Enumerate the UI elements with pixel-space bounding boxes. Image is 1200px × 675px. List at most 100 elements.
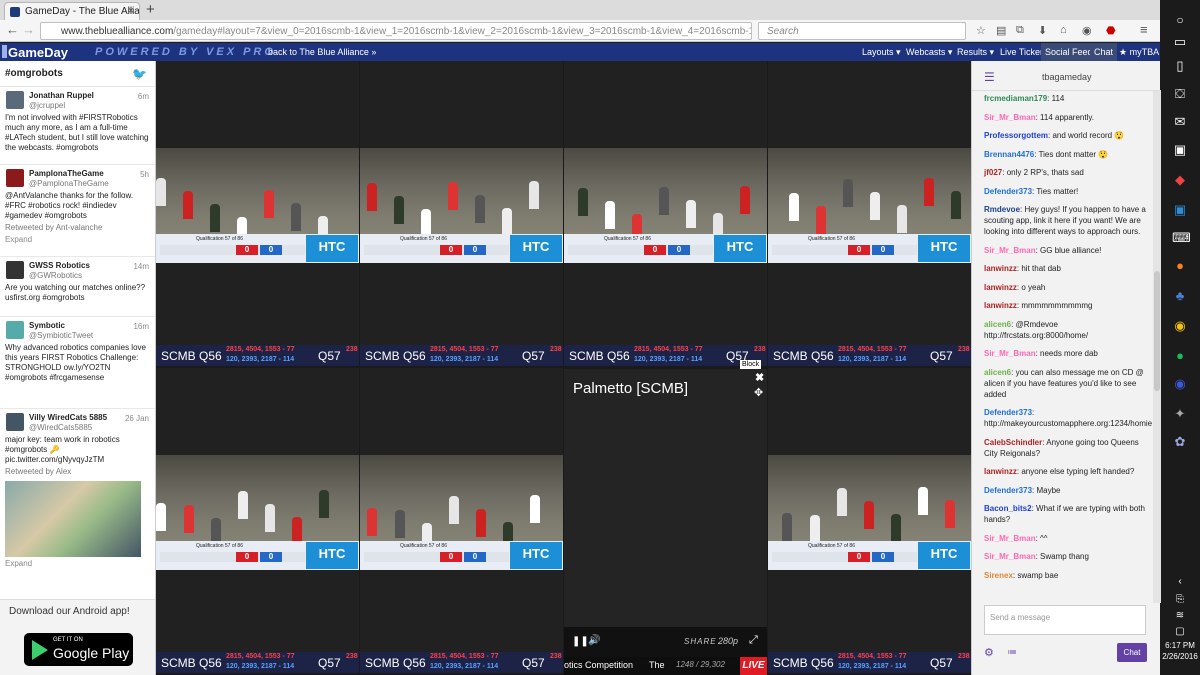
menu-layouts[interactable]: Layouts ▾ xyxy=(862,47,901,58)
close-tab-icon[interactable]: × xyxy=(128,5,134,17)
avatar[interactable] xyxy=(6,169,24,187)
chat-username[interactable]: Bacon_bits2 xyxy=(984,504,1032,513)
tweet[interactable]: Villy WiredCats 5885 @WiredCats5885 26 J… xyxy=(0,409,155,579)
pause-icon[interactable]: ❚❚ xyxy=(572,636,589,647)
chat-username[interactable]: Professorgottem xyxy=(984,131,1048,140)
quality-selector[interactable]: 280p xyxy=(718,636,738,646)
app-leaf-icon[interactable]: ✦ xyxy=(1172,406,1188,422)
chat-username[interactable]: alicen6 xyxy=(984,368,1011,377)
tray-notify-icon[interactable]: ▢ xyxy=(1172,624,1188,640)
forward-icon[interactable]: → xyxy=(22,23,35,37)
chat-username[interactable]: Defender373 xyxy=(984,187,1032,196)
tweet[interactable]: PamplonaTheGame @PamplonaTheGame 5h @Ant… xyxy=(0,165,155,257)
star-icon[interactable]: ☆ xyxy=(976,24,986,37)
back-icon[interactable]: ← xyxy=(6,23,19,37)
download-icon[interactable]: ⬇ xyxy=(1038,24,1047,37)
tweet-expand-link[interactable]: Expand xyxy=(5,559,150,569)
chat-send-button[interactable]: Chat xyxy=(1117,643,1147,662)
firefox-icon[interactable]: ● xyxy=(1172,258,1188,274)
tweet-time[interactable]: 6m xyxy=(138,92,149,102)
tweet-handle[interactable]: @WiredCats5885 xyxy=(29,423,150,433)
url-bar[interactable]: www.thebluealliance.com/gameday#layout=7… xyxy=(40,22,752,40)
webcast-tile[interactable]: Qualification 57 of 86 0 0 HTC SCMB Q56 2815,… xyxy=(768,368,971,673)
scroll-thumb[interactable] xyxy=(1154,271,1160,391)
mail-icon[interactable]: ✉ xyxy=(1172,114,1188,130)
webcast-tile[interactable]: Qualification 57 of 86 0 0 HTC SCMB Q56 2815,… xyxy=(360,368,563,673)
menu-mytba[interactable]: ★ myTBA xyxy=(1119,47,1159,58)
tweet-handle[interactable]: @jcruppel xyxy=(29,101,150,111)
tweet-author[interactable]: PamplonaTheGame xyxy=(29,169,150,179)
red-app-icon[interactable]: ◆ xyxy=(1172,172,1188,188)
tray-wifi-icon[interactable]: ≋ xyxy=(1172,608,1188,624)
feed-hashtag[interactable]: #omgrobots xyxy=(5,68,63,79)
webcast-tile[interactable]: Qualification 57 of 86 0 0 HTC SCMB Q56 2815,… xyxy=(156,61,359,366)
share-button[interactable]: SHARE xyxy=(684,637,717,646)
chat-username[interactable]: lanwinzz xyxy=(984,264,1017,273)
clock[interactable]: 6:17 PM 2/26/2016 xyxy=(1160,640,1200,662)
menu-webcasts[interactable]: Webcasts ▾ xyxy=(906,47,952,58)
chat-username[interactable]: Sir_Mr_Bman xyxy=(984,534,1036,543)
menu-chat[interactable]: Chat xyxy=(1090,43,1118,61)
chat-scrollbar[interactable] xyxy=(1153,91,1161,603)
viewer-list-icon[interactable]: ≔ xyxy=(1007,647,1017,658)
tweet-photo[interactable] xyxy=(5,481,141,557)
chat-username[interactable]: Sir_Mr_Bman xyxy=(984,246,1036,255)
avatar[interactable] xyxy=(6,321,24,339)
library-icon[interactable]: ⧉ xyxy=(1016,24,1024,37)
chat-username[interactable]: Brennan4476 xyxy=(984,150,1034,159)
task-view-icon[interactable]: ▭ xyxy=(1172,34,1188,50)
chat-username[interactable]: lanwinzz xyxy=(984,283,1017,292)
tweet-time[interactable]: 16m xyxy=(133,322,149,332)
webcast-tile[interactable]: Qualification 57 of 86 0 0 HTC SCMB Q56 2815,… xyxy=(360,61,563,366)
chat-username[interactable]: Defender373 xyxy=(984,486,1032,495)
store-bag-icon[interactable]: ⛋ xyxy=(1172,86,1188,102)
chat-menu-icon[interactable]: ☰ xyxy=(984,70,995,84)
tweet-author[interactable]: Symbotic xyxy=(29,321,150,331)
chat-username[interactable]: frcmediaman179 xyxy=(984,94,1047,103)
spotify-icon[interactable]: ● xyxy=(1172,348,1188,364)
chat-username[interactable]: lanwinzz xyxy=(984,467,1017,476)
blue-app-icon[interactable]: ▣ xyxy=(1172,202,1188,218)
google-play-badge[interactable]: GET IT ON Google Play xyxy=(24,633,133,666)
chat-username[interactable]: lanwinzz xyxy=(984,301,1017,310)
menu-social-feed[interactable]: Social Feed xyxy=(1041,43,1097,61)
chat-username[interactable]: Sir_Mr_Bman xyxy=(984,113,1036,122)
tweet-author[interactable]: Jonathan Ruppel xyxy=(29,91,150,101)
network-app-icon[interactable]: ♣ xyxy=(1172,288,1188,304)
app-icon[interactable]: ▣ xyxy=(1172,142,1188,158)
home-icon[interactable]: ⌂ xyxy=(1060,24,1067,36)
chat-username[interactable]: Rmdevoe xyxy=(984,205,1020,214)
tweet[interactable]: Jonathan Ruppel @jcruppel 6m I'm not inv… xyxy=(0,87,155,165)
search-input[interactable]: Search xyxy=(758,22,966,40)
close-icon[interactable]: ✖ xyxy=(755,371,764,384)
tray-chevron-icon[interactable]: ‹ xyxy=(1172,574,1188,590)
webcast-popup[interactable]: Block ✖ ✥ Palmetto [SCMB] ❚❚ 🔊 SHARE 280… xyxy=(564,360,767,675)
tray-network-icon[interactable]: ⎘ xyxy=(1172,592,1188,608)
tweet-time[interactable]: 14m xyxy=(133,262,149,272)
chrome-icon[interactable]: ◉ xyxy=(1172,318,1188,334)
move-icon[interactable]: ✥ xyxy=(754,386,763,399)
tweet-handle[interactable]: @SymbioticTweet xyxy=(29,331,150,341)
tweet-author[interactable]: GWSS Robotics xyxy=(29,261,150,271)
avatar[interactable] xyxy=(6,261,24,279)
tweet-expand-link[interactable]: Expand xyxy=(5,235,150,245)
adblock-icon[interactable]: ⬣ xyxy=(1106,24,1116,37)
keyboard-icon[interactable]: ⌨ xyxy=(1172,230,1191,246)
new-tab-button[interactable]: + xyxy=(146,1,155,18)
chat-username[interactable]: Sir_Mr_Bman xyxy=(984,349,1036,358)
chat-username[interactable]: jf027 xyxy=(984,168,1002,177)
volume-icon[interactable]: 🔊 xyxy=(588,635,600,646)
tweet-handle[interactable]: @PamplonaTheGame xyxy=(29,179,150,189)
chat-username[interactable]: alicen6 xyxy=(984,320,1011,329)
menu-live-ticker[interactable]: Live Ticker xyxy=(1000,47,1043,57)
tweet-time[interactable]: 5h xyxy=(140,170,149,180)
chat-username[interactable]: CalebSchindler xyxy=(984,438,1042,447)
webcast-tile[interactable]: Qualification 57 of 86 0 0 HTC SCMB Q56 2815,… xyxy=(768,61,971,366)
tweet-time[interactable]: 26 Jan xyxy=(125,414,149,424)
tweet-handle[interactable]: @GWRobotics xyxy=(29,271,150,281)
chat-input[interactable]: Send a message xyxy=(984,605,1146,635)
webcast-tile[interactable]: Qualification 57 of 86 0 0 HTC SCMB Q56 2815,… xyxy=(564,61,767,366)
app-circle-icon[interactable]: ◉ xyxy=(1172,376,1188,392)
tweet[interactable]: Symbotic @SymbioticTweet 16m Why advance… xyxy=(0,317,155,409)
webcast-tile[interactable]: Qualification 57 of 86 0 0 HTC SCMB Q56 2815,… xyxy=(156,368,359,673)
